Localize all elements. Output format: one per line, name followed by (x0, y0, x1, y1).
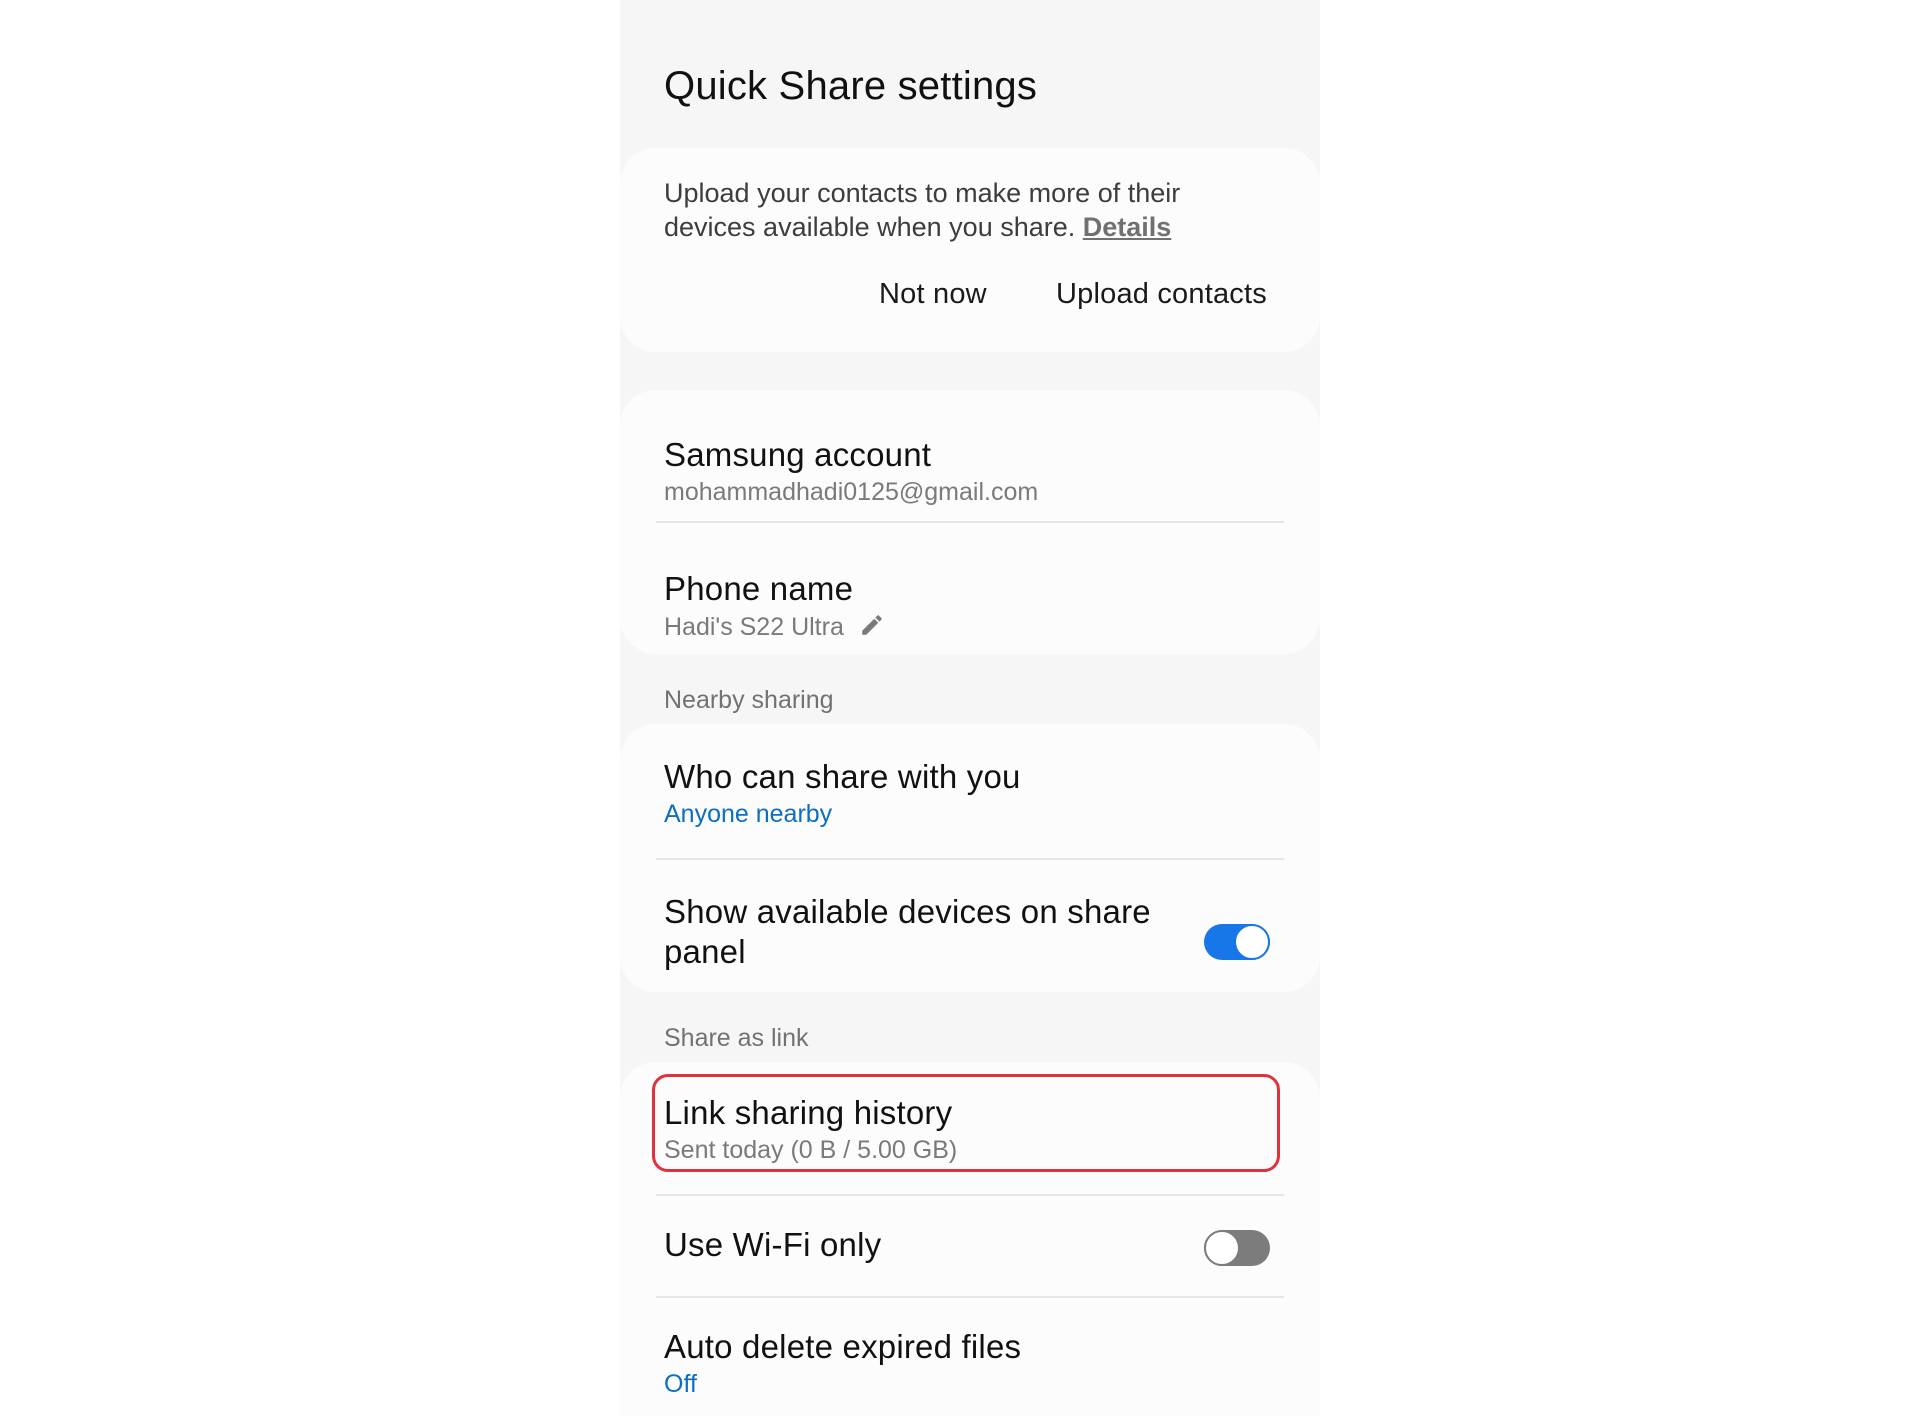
show-devices-title: Show available devices on share panel (664, 892, 1151, 972)
upload-contacts-message: Upload your contacts to make more of the… (664, 176, 1264, 244)
show-devices-toggle[interactable] (1204, 924, 1270, 960)
samsung-account-row[interactable]: Samsung account mohammadhadi0125@gmail.c… (620, 390, 1320, 520)
highlight-box (652, 1074, 1280, 1172)
who-can-share-value: Anyone nearby (664, 800, 833, 828)
nearby-sharing-card: Who can share with you Anyone nearby Sho… (620, 724, 1320, 992)
samsung-account-email: mohammadhadi0125@gmail.com (664, 478, 1039, 506)
phone-name-value: Hadi's S22 Ultra (664, 613, 844, 641)
show-devices-title-line1: Show available devices on share (664, 893, 1151, 930)
auto-delete-value: Off (664, 1370, 697, 1398)
who-can-share-title: Who can share with you (664, 758, 1021, 795)
nearby-sharing-header: Nearby sharing (664, 686, 834, 714)
phone-name-value-line: Hadi's S22 Ultra (664, 612, 885, 645)
not-now-button[interactable]: Not now (879, 278, 987, 311)
share-as-link-header: Share as link (664, 1024, 809, 1052)
upload-contacts-card: Upload your contacts to make more of the… (620, 148, 1320, 352)
page-title: Quick Share settings (664, 64, 1038, 108)
quick-share-settings-screen: Quick Share settings Upload your contact… (620, 0, 1320, 1416)
phone-name-row[interactable]: Phone name Hadi's S22 Ultra (620, 523, 1320, 654)
who-can-share-row[interactable]: Who can share with you Anyone nearby (620, 724, 1320, 858)
phone-name-title: Phone name (664, 570, 854, 607)
account-card: Samsung account mohammadhadi0125@gmail.c… (620, 390, 1320, 654)
show-devices-row[interactable]: Show available devices on share panel (620, 860, 1320, 992)
details-link[interactable]: Details (1083, 212, 1172, 242)
wifi-only-title: Use Wi-Fi only (664, 1226, 882, 1263)
toggle-knob (1234, 924, 1270, 960)
toggle-knob (1204, 1230, 1240, 1266)
samsung-account-title: Samsung account (664, 436, 932, 473)
wifi-only-row[interactable]: Use Wi-Fi only (620, 1196, 1320, 1296)
auto-delete-title: Auto delete expired files (664, 1328, 1022, 1365)
show-devices-title-line2: panel (664, 933, 746, 970)
upload-contacts-button[interactable]: Upload contacts (1056, 278, 1267, 311)
wifi-only-toggle[interactable] (1204, 1230, 1270, 1266)
auto-delete-row[interactable]: Auto delete expired files Off (620, 1298, 1320, 1416)
pencil-icon[interactable] (859, 612, 885, 645)
